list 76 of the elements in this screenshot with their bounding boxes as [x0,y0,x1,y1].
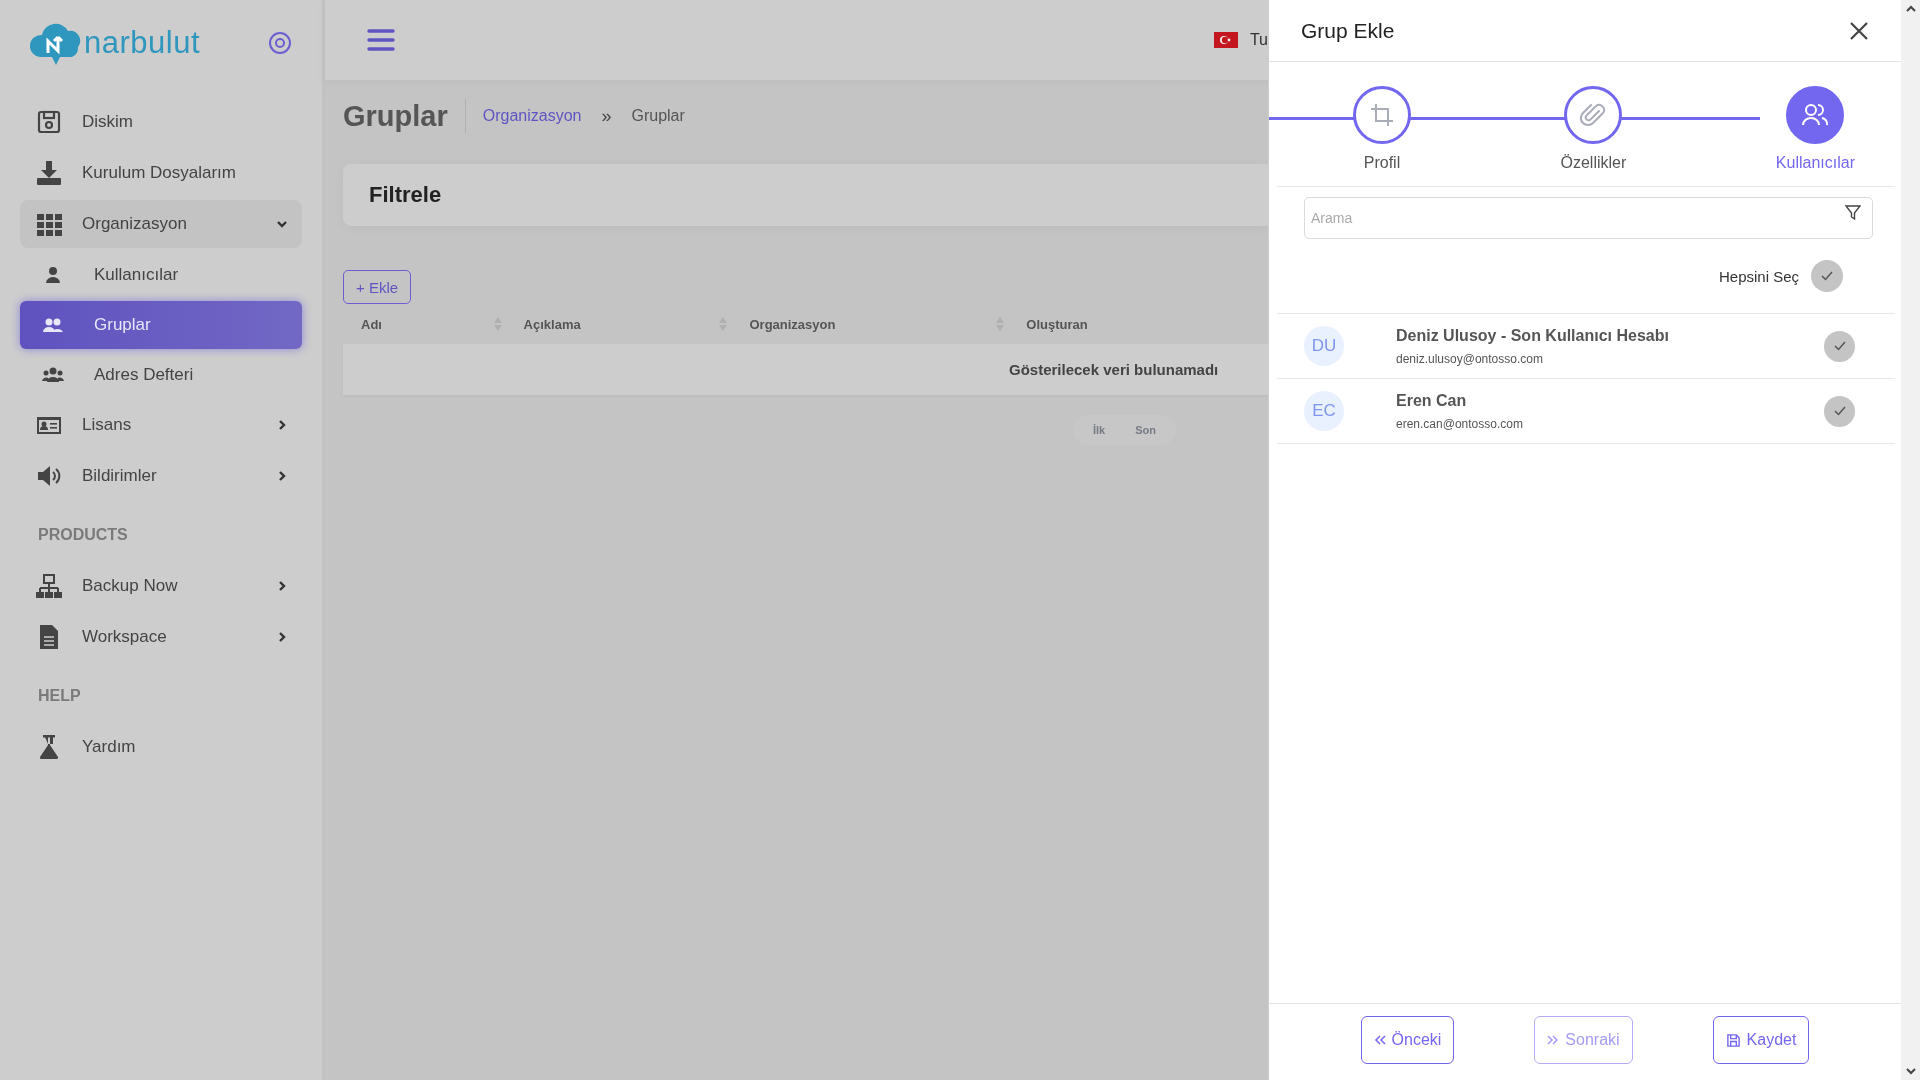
column-header[interactable]: Organizasyon [749,316,836,332]
step-circle[interactable] [1786,86,1845,144]
chevron-icon [276,419,288,431]
logo-text: narbulut [84,25,201,61]
submenu-item[interactable]: Gruplar [20,301,302,349]
avatar: EC [1304,391,1344,431]
submenu-item[interactable]: Adres Defteri [20,351,302,399]
scroll-up-icon[interactable] [1905,4,1917,14]
check-icon [1833,341,1846,351]
scrollbar[interactable] [1901,0,1920,1080]
section-heading: PRODUCTS [38,526,129,544]
paperclip-icon [1580,102,1607,128]
breadcrumb-separator: » [601,105,612,127]
sidebar-item[interactable]: Kurulum Dosyalarım [20,149,302,197]
double-chevron-left-icon [1373,1034,1386,1046]
breadcrumb-item: Gruplar [631,107,685,125]
page-title: Gruplar [343,99,448,133]
step-label[interactable]: Özellikler [1560,154,1627,172]
target-icon[interactable] [268,31,292,55]
sidebar-item[interactable]: Workspace [20,613,302,661]
user-row[interactable]: EC Eren Can eren.can@ontosso.com [1277,379,1895,444]
user-row[interactable]: DU Deniz Ulusoy - Son Kullanıcı Hesabı deniz.ulusoy@ontosso.com [1277,314,1895,379]
close-icon[interactable] [1849,20,1869,41]
sidebar-item[interactable]: Yardım [20,723,302,771]
save-button[interactable]: Kaydet [1712,1016,1810,1064]
user-checkbox[interactable] [1824,395,1855,427]
search-field[interactable]: Arama [1304,197,1873,239]
sidebar-item[interactable]: Backup Now [20,562,302,610]
section-heading: HELP [38,687,82,705]
sidebar-item[interactable]: Organizasyon [20,200,302,248]
check-icon [1821,271,1833,281]
user-name: Deniz Ulusoy - Son Kullanıcı Hesabı [1396,326,1670,345]
filter-icon[interactable] [1845,205,1861,221]
crop-icon [1369,102,1395,128]
people-icon [42,367,64,383]
scroll-down-icon[interactable] [1905,1066,1917,1076]
column-header[interactable]: Adı [361,316,382,332]
column-header[interactable]: Oluşturan [1026,316,1088,332]
double-chevron-right-icon [1547,1034,1560,1046]
step-label[interactable]: Kullanıcılar [1775,154,1855,172]
breadcrumb-item[interactable]: Organizasyon [482,107,582,125]
chevron-icon [276,470,288,482]
flag-icon[interactable] [1213,32,1238,48]
chevron-icon [276,580,288,592]
grid-icon [36,211,62,237]
people-icon [42,317,64,333]
speaker-icon [36,463,62,489]
sidebar-item[interactable]: Diskim [20,98,302,146]
people-icon [1801,102,1830,128]
download-icon [36,160,62,186]
language-label[interactable]: Tu [1249,31,1268,49]
step-circle[interactable] [1353,86,1411,144]
step-label[interactable]: Profil [1363,154,1401,172]
sidebar-item[interactable]: Bildirimler [20,452,302,500]
previous-button[interactable]: Önceki [1360,1016,1455,1064]
select-all-label: Hepsini Seç [1718,267,1799,285]
avatar: DU [1304,326,1344,366]
empty-message: Gösterilecek veri bulunamadı [1009,361,1219,378]
save-icon [1725,1032,1741,1048]
user-name: Eren Can [1396,391,1468,410]
check-icon [1833,406,1846,416]
menu-icon[interactable] [367,28,395,52]
user-email: deniz.ulusoy@ontosso.com [1396,351,1544,366]
select-all-checkbox[interactable] [1811,260,1843,292]
column-header[interactable]: Açıklama [523,316,581,332]
add-button[interactable]: + Ekle [343,270,412,304]
step-circle[interactable] [1564,86,1623,144]
network-icon [36,573,62,599]
chevron-icon [276,631,288,643]
user-checkbox[interactable] [1824,330,1855,362]
drawer-title: Grup Ekle [1301,18,1395,43]
sidebar-item[interactable]: Lisans [20,401,302,449]
chevron-icon [276,218,288,230]
submenu-item[interactable]: Kullanıcılar [20,251,302,299]
filter-title: Filtrele [369,182,442,208]
user-email: eren.can@ontosso.com [1396,416,1524,431]
